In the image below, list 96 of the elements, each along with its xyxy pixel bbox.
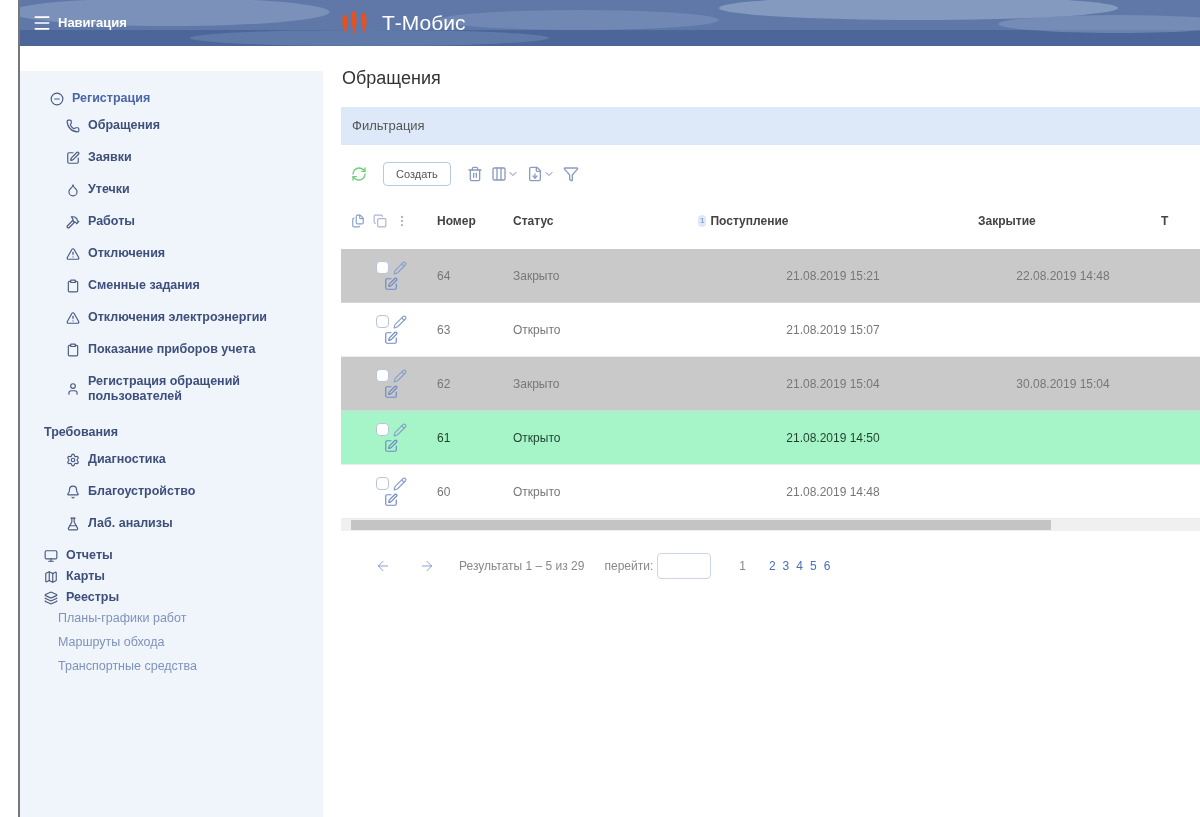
monitor-icon (44, 548, 58, 563)
page-title: Обращения (341, 67, 442, 90)
copy-icon[interactable] (373, 214, 387, 228)
row-checkbox[interactable] (375, 369, 389, 382)
page-link[interactable]: 5 (809, 557, 817, 575)
pencil-icon[interactable] (392, 422, 407, 437)
create-button[interactable]: Создать (383, 162, 451, 186)
edit-icon[interactable] (384, 492, 398, 507)
sidebar-section[interactable]: Отчеты (66, 548, 113, 563)
sidebar-item[interactable]: Отключения электроэнергии (88, 310, 268, 325)
page-link[interactable]: 6 (823, 557, 831, 575)
app-title: Т-Мобис (382, 10, 466, 37)
sidebar-section[interactable]: Требования (44, 425, 118, 440)
table-cell-text: 60 (436, 483, 452, 501)
sidebar-item[interactable]: Заявки (88, 150, 132, 165)
warning-icon (66, 246, 80, 261)
menu-icon[interactable] (32, 13, 52, 33)
column-header[interactable]: Поступление (710, 212, 789, 230)
table-cell-text: Закрыто (513, 267, 561, 285)
gear-icon (66, 452, 80, 467)
row-checkbox[interactable] (375, 261, 389, 274)
row-checkbox[interactable] (375, 315, 389, 328)
column-header[interactable]: Закрытие (968, 212, 1158, 230)
table-cell-text: 21.08.2019 15:04 (786, 375, 880, 393)
pencil-icon[interactable] (392, 260, 407, 275)
map-icon (44, 569, 58, 584)
page-link[interactable]: 1 (739, 557, 746, 575)
hammer-icon (66, 214, 80, 229)
column-header[interactable]: Статус (513, 212, 698, 230)
column-header[interactable]: Номер (433, 212, 513, 230)
sidebar-section[interactable]: Регистрация (72, 91, 151, 106)
row-checkbox[interactable] (375, 423, 389, 436)
table-cell-text: 21.08.2019 14:50 (786, 429, 880, 447)
goto-label: перейти: (604, 558, 654, 575)
sidebar-item[interactable]: Лаб. анализы (88, 516, 173, 531)
table-cell-text: Открыто (513, 321, 562, 339)
page-link[interactable]: 3 (782, 557, 790, 575)
table-cell-text: 21.08.2019 15:07 (786, 321, 880, 339)
sidebar-item[interactable]: Регистрация обращений пользователей (88, 374, 273, 404)
sidebar-item[interactable]: Отключения (88, 246, 166, 261)
trash-icon[interactable] (466, 166, 483, 182)
row-checkbox[interactable] (375, 477, 389, 490)
warning-icon (66, 310, 80, 325)
sidebar-item[interactable]: Диагностика (88, 452, 166, 467)
flask-icon (66, 516, 80, 531)
pencil-icon[interactable] (392, 314, 407, 329)
scrollbar-thumb[interactable] (351, 520, 1051, 530)
drop-icon (66, 182, 80, 197)
sidebar-section[interactable]: Карты (66, 569, 105, 584)
export-icon[interactable] (526, 166, 543, 182)
layers-icon (44, 590, 58, 605)
edit-icon[interactable] (384, 384, 398, 399)
horizontal-scrollbar[interactable] (341, 519, 1200, 531)
sidebar-item[interactable]: Сменные задания (88, 278, 200, 293)
table-cell-text: Открыто (513, 429, 562, 447)
clipboard-icon (66, 278, 80, 293)
columns-icon[interactable] (490, 166, 507, 182)
sidebar-section[interactable]: Реестры (66, 590, 120, 605)
table-cell-text: 64 (436, 267, 452, 285)
goto-field[interactable] (657, 553, 712, 579)
table-cell-text: 30.08.2019 15:04 (1016, 375, 1110, 393)
copy-icon[interactable] (351, 214, 365, 228)
pencil-icon[interactable] (392, 476, 407, 491)
pencil-icon[interactable] (392, 368, 407, 383)
sidebar-item[interactable]: Обращения (88, 118, 161, 133)
table-cell-text: 61 (436, 429, 452, 447)
table-cell-text: Закрыто (513, 375, 561, 393)
refresh-icon[interactable] (351, 166, 367, 182)
sort-badge: 1 (698, 215, 707, 227)
sidebar-item[interactable]: Благоустройство (88, 484, 196, 499)
sidebar-item[interactable]: Показание приборов учета (88, 342, 256, 357)
table-cell-text: Открыто (513, 483, 562, 501)
filter-bar[interactable]: Фильтрация (341, 107, 1200, 145)
filter-label[interactable]: Фильтрация (352, 116, 425, 136)
bell-icon (66, 484, 80, 499)
table-row[interactable]: 61 Открыто 21.08.2019 14:50 (341, 411, 1200, 465)
phone-icon (66, 118, 80, 133)
results-count: Результаты 1 – 5 из 29 (459, 558, 585, 575)
column-header[interactable]: Т (1158, 212, 1169, 230)
sidebar-item[interactable]: Утечки (88, 182, 130, 197)
edit-icon[interactable] (384, 276, 398, 291)
table-cell-text: 63 (436, 321, 452, 339)
user-icon (66, 382, 80, 396)
page-link[interactable]: 2 (768, 557, 776, 575)
edit-icon (66, 150, 80, 165)
page-link[interactable]: 4 (796, 557, 803, 575)
table-cell-text: 21.08.2019 14:48 (786, 483, 880, 501)
table-cell-text: 62 (436, 375, 452, 393)
sidebar-item[interactable]: Работы (88, 214, 135, 229)
filter-icon[interactable] (562, 166, 579, 182)
edit-icon[interactable] (384, 330, 398, 345)
clipboard-icon (66, 342, 80, 357)
collapse-icon (50, 91, 64, 106)
table-cell-text: 21.08.2019 15:21 (786, 267, 880, 285)
edit-icon[interactable] (384, 438, 398, 453)
table-cell-text: 22.08.2019 14:48 (1016, 267, 1110, 285)
